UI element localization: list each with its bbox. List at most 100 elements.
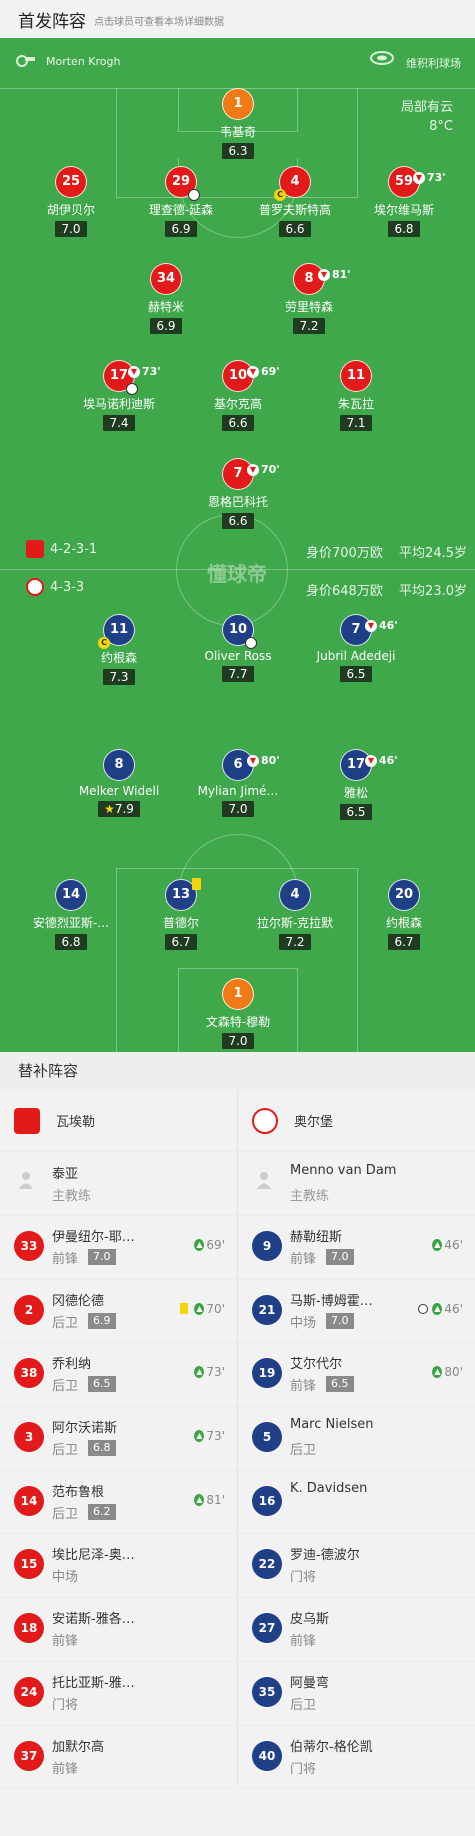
sub-name: 马斯-博姆霍… [290,1293,373,1309]
home-avg-age: 平均24.5岁 [399,546,467,561]
sub-player-row[interactable]: 22 罗迪-德波尔 门将 [238,1534,475,1599]
sub-player-row[interactable]: 27 皮乌斯 前锋 [238,1598,475,1662]
sub-player-row[interactable]: 38 乔利纳 后卫 6.5 ▲ 73' [0,1343,237,1408]
sub-name: 皮乌斯 [290,1612,330,1628]
player-name: 理查德-延森 [148,203,214,217]
away-formation: 4-3-3 [50,580,85,595]
player-away[interactable]: 10 Oliver Ross 7.7 [183,614,293,682]
player-home-gk[interactable]: 1 韦基奇 6.3 [183,88,293,159]
home-team-header[interactable]: 瓦埃勒 [0,1090,237,1152]
player-home[interactable]: 4C 普罗夫斯特高 6.6 [240,166,350,237]
sub-time: 80' [444,1365,463,1380]
sub-time: 46' [379,754,398,767]
sub-player-row[interactable]: 18 安诺斯-雅各… 前锋 [0,1598,237,1662]
player-home[interactable]: 11 朱瓦拉 7.1 [301,360,411,431]
sub-position: 中场 [52,1570,79,1586]
player-away[interactable]: 4 拉尔斯-克拉默 7.2 [240,879,350,950]
sub-number: 3 [14,1422,44,1453]
sub-player-row[interactable]: 33 伊曼纽尔-耶… 前锋 7.0 ▲ 69' [0,1216,237,1280]
sub-position: 后卫 [290,1443,317,1459]
sub-rating: 7.0 [326,1249,354,1265]
sub-out-icon: ▼ [365,754,377,767]
weather-info: 局部有云 8°C [401,98,453,136]
player-home[interactable]: 59 ▼ 73' 埃尔维马斯 6.8 [349,166,459,237]
player-home[interactable]: 34 赫特米 6.9 [111,263,221,334]
sub-name: 范布鲁根 [52,1484,105,1500]
away-coach[interactable]: Menno van Dam 主教练 [238,1152,475,1216]
sub-position: 后卫 [52,1506,79,1522]
player-away[interactable]: 11 C 约根森 7.3 [64,614,174,685]
sub-player-row[interactable]: 24 托比亚斯-雅… 门将 [0,1662,237,1726]
player-number: 1 [222,88,254,120]
player-away[interactable]: 14 安德烈亚斯-… 6.8 [16,879,126,950]
sub-name: 伊曼纽尔-耶… [52,1230,135,1245]
player-number: 10 [228,622,248,637]
player-away[interactable]: 7 ▼ 46' Jubril Adedeji 6.5 [301,614,411,682]
player-home[interactable]: 8 ▼ 81' 劳里特森 7.2 [254,263,364,334]
sub-player-row[interactable]: 16 K. Davidsen [238,1471,475,1535]
sub-number: 2 [14,1294,44,1325]
sub-player-row[interactable]: 40 伯蒂尔-格伦凯 门将 [238,1726,475,1790]
sub-time: 81' [332,268,351,281]
player-away[interactable]: 17 ▼ 46' 雅松 6.5 [301,749,411,820]
sub-position: 后卫 [52,1443,79,1459]
sub-time-wrap: ▲ 81' [194,1493,225,1507]
player-rating: 6.6 [222,415,254,431]
sub-number: 35 [252,1676,282,1707]
sub-position: 前锋 [52,1634,79,1650]
sub-name: 艾尔代尔 [290,1357,343,1373]
player-number: 20 [388,879,420,911]
player-number: 10 [228,368,248,383]
away-team-header[interactable]: 奥尔堡 [238,1090,475,1152]
sub-player-row[interactable]: 15 埃比尼泽-奥… 中场 [0,1534,237,1599]
sub-number: 16 [252,1485,282,1516]
sub-out-icon: ▼ [413,171,425,184]
player-home[interactable]: 17 ▼ 73' 埃马诺利迪斯 7.4 [64,360,174,431]
player-rating: 7.4 [103,415,135,431]
player-rating: 6.6 [222,513,254,529]
player-away[interactable]: 6 ▼ 80' Mylian Jimé… 7.0 [183,749,293,817]
player-name: 恩格巴科托 [207,495,268,509]
sub-player-row[interactable]: 35 阿曼弯 后卫 [238,1662,475,1726]
player-rating: 7.2 [293,318,325,334]
home-coach[interactable]: 泰亚 主教练 [0,1152,237,1216]
player-number: 4 [279,879,311,911]
sub-player-row[interactable]: 2 冈德伦德 后卫 6.9 ▲ 70' [0,1280,237,1344]
player-away[interactable]: 13 普德尔 6.7 [126,878,236,950]
sub-player-row[interactable]: 3 阿尔沃诺斯 后卫 6.8 ▲ 73' [0,1407,237,1471]
player-home[interactable]: 29 理查德-延森 6.9 [126,166,236,237]
sub-number: 18 [14,1613,44,1644]
player-name: Mylian Jimé… [197,784,279,798]
sub-time-wrap: ▲ 46' [418,1302,463,1316]
player-number: 13 [171,887,191,902]
player-number: 8 [103,749,135,781]
sub-player-row[interactable]: 9 赫勒纽斯 前锋 7.0 ▲ 46' [238,1216,475,1280]
sub-in-icon: ▲ [432,1366,443,1379]
player-away[interactable]: 20 约根森 6.7 [349,879,459,950]
sub-out-icon: ▼ [365,619,377,632]
captain-icon: C [274,189,286,201]
player-number: 17 [109,368,129,383]
player-name: 文森特-穆勒 [205,1015,271,1029]
sub-in-icon: ▲ [194,1430,205,1443]
sub-in-icon: ▲ [194,1366,205,1379]
sub-player-row[interactable]: 19 艾尔代尔 前锋 6.5 ▲ 80' [238,1343,475,1408]
sub-number: 37 [14,1740,44,1771]
sub-time: 69' [261,365,280,378]
sub-time: 73' [206,1429,225,1444]
player-away-gk[interactable]: 1 文森特-穆勒 7.0 [183,978,293,1049]
player-home[interactable]: 25 胡伊贝尔 7.0 [16,166,126,237]
home-formation-row: 4-2-3-1 身价700万欧 平均24.5岁 [0,540,475,561]
sub-time: 81' [206,1492,225,1507]
player-number: 25 [55,166,87,198]
sub-number: 9 [252,1231,282,1261]
player-away[interactable]: 8 Melker Widell ★7.9 [64,749,174,817]
player-home[interactable]: 7 ▼ 70' 恩格巴科托 6.6 [183,458,293,529]
player-home[interactable]: 10 ▼ 69' 基尔克高 6.6 [183,360,293,431]
sub-player-row[interactable]: 37 加默尔高 前锋 [0,1726,237,1790]
player-number: 11 [340,360,372,392]
sub-player-row[interactable]: 5 Marc Nielsen 后卫 [238,1407,475,1471]
sub-player-row[interactable]: 21 马斯-博姆霍… 中场 7.0 ▲ 46' [238,1280,475,1344]
yellow-card-icon [180,1303,189,1315]
sub-player-row[interactable]: 14 范布鲁根 后卫 6.2 ▲ 81' [0,1471,237,1535]
